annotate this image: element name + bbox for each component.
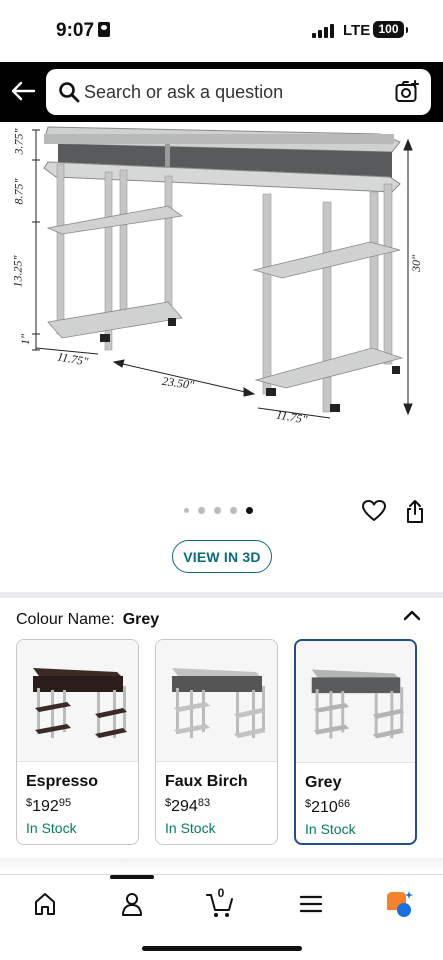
- home-indicator: [142, 946, 302, 951]
- carousel-dot[interactable]: [184, 508, 189, 513]
- price-cents: 83: [197, 797, 211, 809]
- focus-badge-icon: [98, 22, 111, 37]
- option-stock: In Stock: [305, 821, 356, 837]
- view-in-3d-button[interactable]: VIEW IN 3D: [172, 540, 272, 573]
- camera-search-icon[interactable]: [394, 79, 420, 105]
- desk-thumbnail: [172, 668, 266, 738]
- colour-value: Grey: [122, 611, 160, 628]
- colour-option-espresso[interactable]: Espresso $19295 In Stock: [16, 639, 139, 845]
- colour-option-faux-birch[interactable]: Faux Birch $29483 In Stock: [155, 639, 278, 845]
- carousel-dot[interactable]: [230, 507, 237, 514]
- price-cents: 95: [58, 797, 72, 809]
- search-bar[interactable]: [46, 69, 431, 115]
- chevron-up-icon[interactable]: [402, 608, 422, 622]
- option-stock: In Stock: [26, 820, 77, 836]
- carousel-dot[interactable]: [214, 507, 221, 514]
- option-price: $19295: [26, 797, 71, 816]
- battery-icon: 100: [373, 21, 408, 38]
- desk-thumbnail: [311, 669, 405, 739]
- dimension-label: 30": [409, 254, 424, 273]
- option-price: $29483: [165, 797, 210, 816]
- home-icon[interactable]: [30, 889, 60, 919]
- dimension-label: 8.75": [11, 178, 26, 205]
- tab-selected-indicator: [110, 875, 154, 879]
- price-cents: 66: [337, 798, 351, 810]
- account-icon[interactable]: [117, 889, 147, 919]
- option-image: [296, 641, 415, 763]
- colour-label: Colour Name:: [16, 611, 115, 628]
- menu-icon[interactable]: [296, 889, 326, 919]
- dimension-label: 3.75": [11, 128, 26, 155]
- search-header: [0, 62, 443, 122]
- dimension-label: 13.25": [10, 255, 25, 288]
- option-price: $21066: [305, 798, 350, 817]
- network-label: LTE: [343, 22, 371, 39]
- heart-icon[interactable]: [361, 499, 387, 523]
- search-icon: [59, 82, 80, 103]
- carousel-dot-active[interactable]: [246, 507, 253, 514]
- section-divider: [0, 592, 443, 598]
- status-time: 9:07: [56, 20, 111, 42]
- colour-option-grey[interactable]: Grey $21066 In Stock: [294, 639, 417, 845]
- carousel-dot[interactable]: [198, 507, 205, 514]
- back-arrow-icon[interactable]: [8, 76, 38, 106]
- status-bar: 9:07 LTE 100: [0, 0, 443, 62]
- carousel-dots[interactable]: [184, 507, 253, 514]
- dimension-label: 1": [18, 333, 33, 346]
- price-whole: 210: [311, 799, 338, 816]
- share-icon[interactable]: [404, 498, 426, 524]
- desk-thumbnail: [33, 668, 127, 738]
- colour-name-row: Colour Name: Grey: [16, 611, 159, 629]
- option-name: Espresso: [26, 773, 99, 790]
- search-input[interactable]: [84, 69, 384, 115]
- option-image: [17, 640, 138, 762]
- tabbar-shadow: [0, 858, 443, 872]
- status-time-label: 9:07: [56, 20, 95, 41]
- cart-button[interactable]: 0: [205, 886, 235, 919]
- option-stock: In Stock: [165, 820, 216, 836]
- option-image: [156, 640, 277, 762]
- product-image[interactable]: 3.75" 8.75" 13.25" 1" 11.75" 23.50" 11.7…: [0, 122, 443, 500]
- signal-icon: [312, 24, 334, 38]
- price-whole: 192: [32, 798, 59, 815]
- option-name: Faux Birch: [165, 773, 248, 790]
- desk-illustration: [32, 126, 413, 419]
- cart-count: 0: [217, 886, 225, 900]
- option-name: Grey: [305, 774, 342, 791]
- price-whole: 294: [171, 798, 198, 815]
- rufus-icon[interactable]: [383, 889, 413, 919]
